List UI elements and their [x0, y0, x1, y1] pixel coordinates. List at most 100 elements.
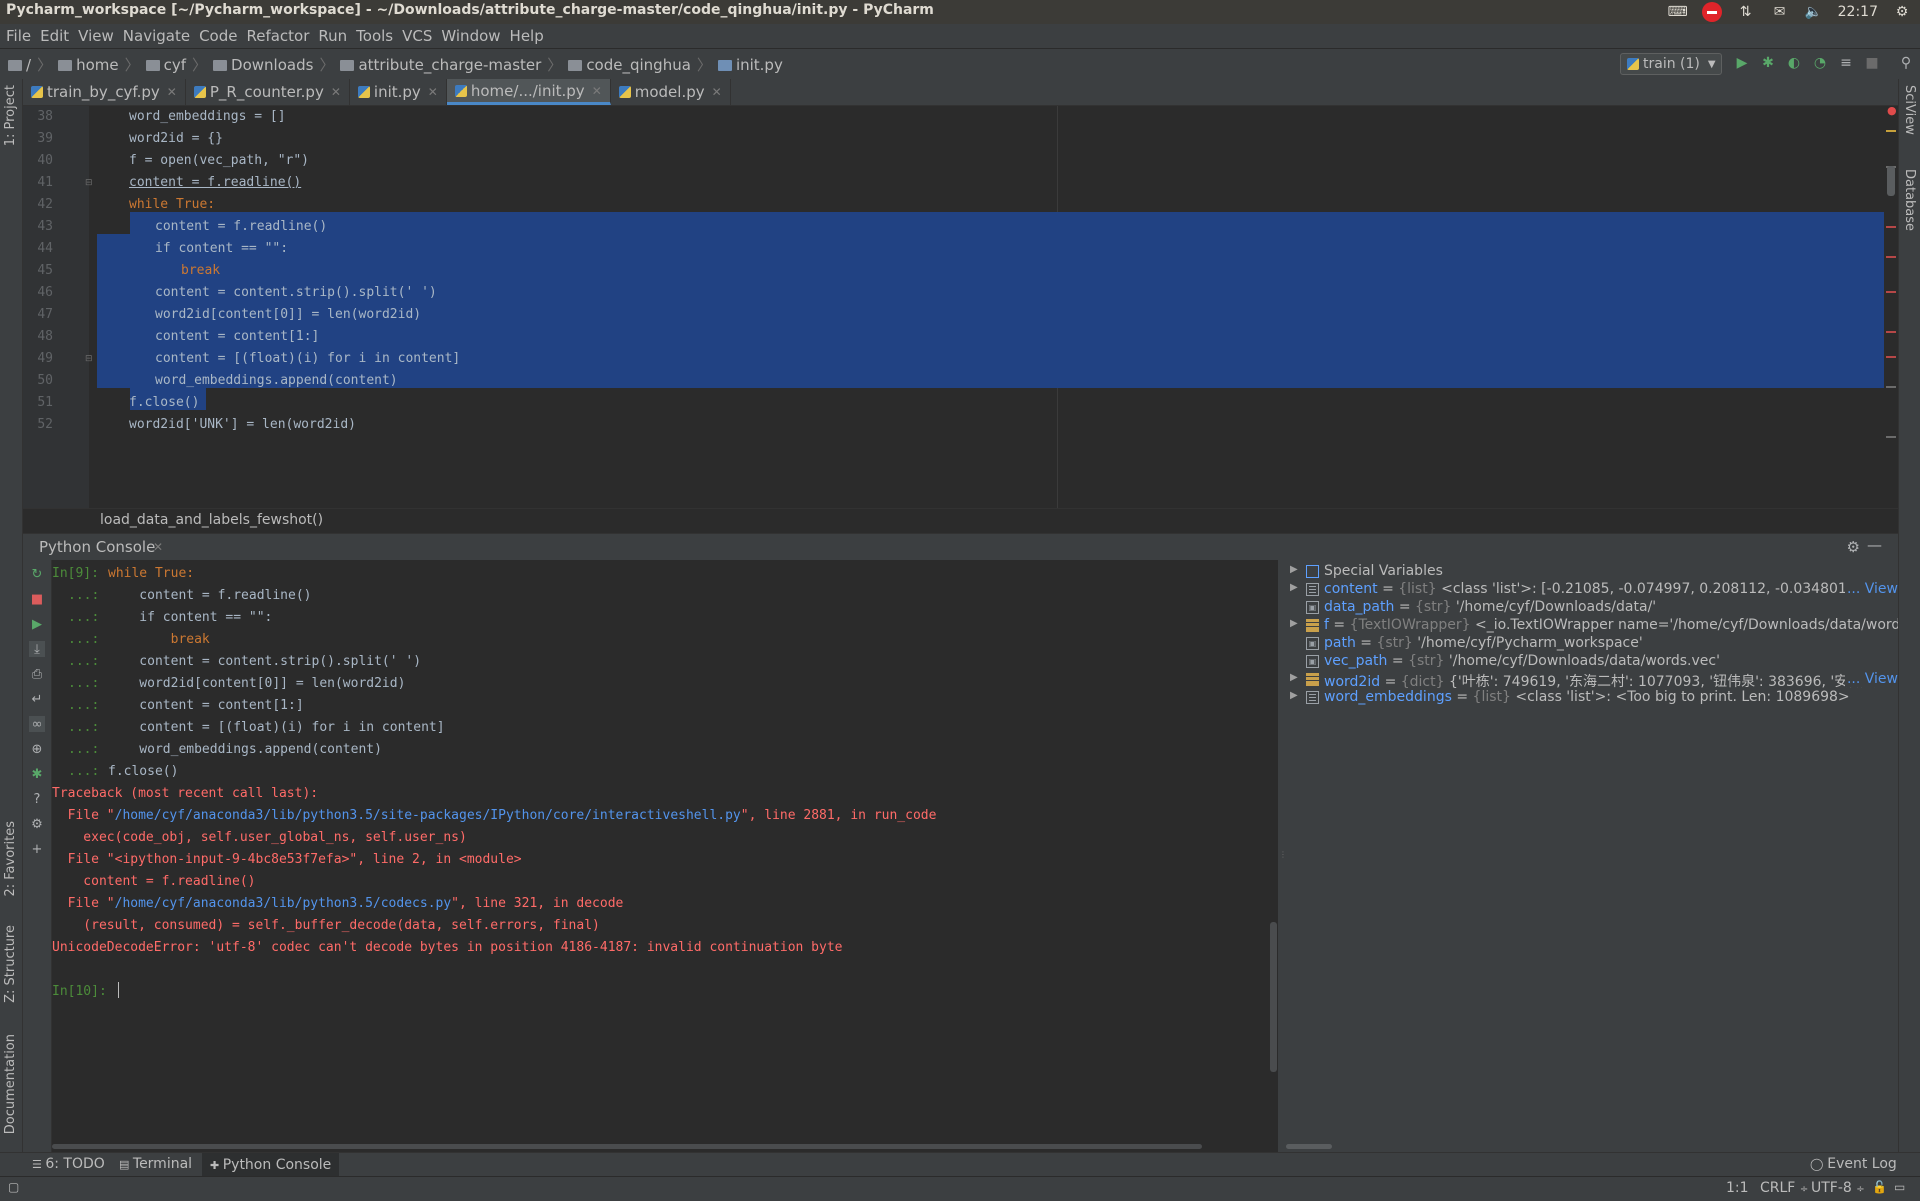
close-icon[interactable]: ✕ — [712, 85, 722, 99]
error-marker[interactable] — [1886, 356, 1896, 358]
clock[interactable]: 22:17 — [1838, 4, 1878, 20]
menu-window[interactable]: Window — [441, 27, 500, 45]
error-indicator-icon[interactable]: ● — [1887, 106, 1897, 117]
error-marker[interactable] — [1886, 331, 1896, 333]
menu-vcs[interactable]: VCS — [402, 27, 432, 45]
run-icon[interactable]: ▶ — [1734, 55, 1750, 71]
show-variables-icon[interactable]: ∞ — [29, 716, 45, 732]
variable-row-word-embeddings[interactable]: ▶ word_embeddings = {list} <class 'list'… — [1284, 688, 1898, 708]
run-configuration-select[interactable]: train (1) ▼ — [1620, 53, 1722, 75]
python-console-tool-button[interactable]: ✚ Python Console — [202, 1153, 340, 1177]
console-output[interactable]: In[9]: while True: ...: content = f.read… — [52, 560, 1278, 1152]
tab-model[interactable]: model.py ✕ — [611, 79, 731, 105]
variables-horizontal-scrollbar[interactable] — [1286, 1144, 1332, 1149]
cursor-position[interactable]: 1:1 — [1726, 1180, 1749, 1196]
menu-edit[interactable]: Edit — [40, 27, 69, 45]
variable-row-f[interactable]: ▶ f = {TextIOWrapper} <_io.TextIOWrapper… — [1284, 616, 1898, 636]
tab-home-init[interactable]: home/.../init.py ✕ — [446, 79, 611, 105]
execute-icon[interactable]: ▶ — [29, 616, 45, 632]
breadcrumb-file[interactable]: init.py — [717, 56, 783, 74]
database-tool-button[interactable]: Database — [1902, 169, 1917, 231]
close-icon[interactable]: ✕ — [153, 540, 163, 554]
print-icon[interactable]: ⎙ — [29, 666, 45, 682]
traceback-link[interactable]: /home/cyf/anaconda3/lib/python3.5/codecs… — [115, 896, 452, 911]
expand-arrow-icon[interactable]: ▶ — [1290, 672, 1298, 683]
view-link[interactable]: ... View — [1844, 581, 1898, 597]
traceback-link[interactable]: /home/cyf/anaconda3/lib/python3.5/site-p… — [115, 808, 741, 823]
menu-refactor[interactable]: Refactor — [246, 27, 309, 45]
menu-run[interactable]: Run — [318, 27, 347, 45]
lock-icon[interactable]: 🔓 — [1872, 1180, 1887, 1194]
console-scrollbar[interactable] — [1269, 560, 1278, 1152]
scroll-thumb[interactable] — [1270, 922, 1277, 1072]
close-icon[interactable]: ✕ — [167, 85, 177, 99]
menu-tools[interactable]: Tools — [356, 27, 393, 45]
scroll-thumb[interactable] — [52, 1144, 1202, 1149]
line-separator[interactable]: CRLF ÷ — [1760, 1180, 1808, 1196]
memory-indicator-icon[interactable]: ▭ — [1894, 1180, 1905, 1194]
breadcrumb-cyf[interactable]: cyf — [145, 56, 186, 74]
settings-gear-icon[interactable]: ⚙ — [1892, 4, 1912, 20]
sciview-tool-button[interactable]: SciView — [1902, 85, 1917, 135]
scroll-marker[interactable] — [1886, 436, 1896, 438]
breadcrumb-root[interactable]: / — [8, 56, 31, 74]
settings-icon[interactable]: ⚙ — [29, 816, 45, 832]
variable-row-word2id[interactable]: ▶ word2id = {dict} {'叶栋': 749619, '东海二村'… — [1284, 670, 1898, 690]
help-icon[interactable]: ? — [29, 791, 45, 807]
documentation-tool-button[interactable]: Documentation — [3, 1034, 18, 1134]
menu-navigate[interactable]: Navigate — [123, 27, 190, 45]
structure-tool-button[interactable]: Z: Structure — [3, 925, 18, 1003]
stop-icon[interactable]: ■ — [29, 591, 45, 607]
terminal-tool-button[interactable]: ▤ Terminal — [119, 1156, 192, 1172]
event-log-button[interactable]: ◯ Event Log — [1810, 1156, 1897, 1172]
menu-code[interactable]: Code — [199, 27, 237, 45]
todo-tool-button[interactable]: ☰ 6: TODO — [32, 1156, 105, 1172]
menu-file[interactable]: File — [6, 27, 31, 45]
network-icon[interactable]: ⇅ — [1736, 4, 1756, 20]
editor-scroll-thumb[interactable] — [1887, 166, 1895, 196]
search-icon[interactable]: ⚲ — [1898, 55, 1914, 71]
error-marker[interactable] — [1886, 256, 1896, 258]
tab-train-by-cyf[interactable]: train_by_cyf.py ✕ — [23, 79, 186, 105]
close-icon[interactable]: ✕ — [428, 85, 438, 99]
coverage-icon[interactable]: ◐ — [1786, 55, 1802, 71]
concurrency-icon[interactable]: ≡ — [1838, 55, 1854, 71]
soft-wrap-icon[interactable]: ↵ — [29, 691, 45, 707]
menu-help[interactable]: Help — [510, 27, 544, 45]
breadcrumb-attribute-charge[interactable]: attribute_charge-master — [340, 56, 541, 74]
attach-debugger-icon[interactable]: ⊕ — [29, 741, 45, 757]
project-tool-button[interactable]: 1: Project — [3, 85, 18, 146]
keyboard-icon[interactable]: ⌨ — [1668, 4, 1688, 20]
code-editor[interactable]: 38 39 40 41 42 43 44 45 46 47 48 49 50 5… — [23, 106, 1898, 508]
debug-icon[interactable]: ✱ — [29, 766, 45, 782]
variable-row-vec-path[interactable]: ▣ vec_path = {str} '/home/cyf/Downloads/… — [1284, 652, 1898, 672]
expand-arrow-icon[interactable]: ▶ — [1290, 618, 1298, 629]
scroll-marker[interactable] — [1886, 386, 1896, 388]
fold-icon[interactable]: ⊟ — [85, 178, 93, 188]
favorites-tool-button[interactable]: 2: Favorites — [3, 821, 18, 897]
panel-toggle-icon[interactable]: ▢ — [8, 1180, 19, 1194]
stop-icon[interactable]: ■ — [1864, 55, 1880, 71]
menu-view[interactable]: View — [78, 27, 114, 45]
fold-icon[interactable]: ⊟ — [85, 354, 93, 364]
new-console-icon[interactable]: + — [29, 841, 45, 857]
expand-arrow-icon[interactable]: ▶ — [1290, 564, 1298, 575]
minimize-icon[interactable]: — — [1867, 536, 1882, 554]
close-icon[interactable]: ✕ — [331, 85, 341, 99]
scroll-to-end-icon[interactable]: ⤓ — [29, 641, 45, 657]
expand-arrow-icon[interactable]: ▶ — [1290, 690, 1298, 701]
rerun-icon[interactable]: ↻ — [29, 566, 45, 582]
debug-icon[interactable]: ✱ — [1760, 55, 1776, 71]
variable-row-data-path[interactable]: ▣ data_path = {str} '/home/cyf/Downloads… — [1284, 598, 1898, 618]
console-horizontal-scrollbar[interactable] — [52, 1144, 1202, 1150]
file-encoding[interactable]: UTF-8 ÷ — [1811, 1180, 1865, 1196]
update-stop-icon[interactable] — [1701, 2, 1722, 22]
close-icon[interactable]: ✕ — [592, 84, 602, 98]
tab-init[interactable]: init.py ✕ — [350, 79, 447, 105]
tab-python-console[interactable]: Python Console — [39, 538, 155, 556]
gear-icon[interactable]: ⚙ — [1847, 538, 1860, 556]
warning-marker[interactable] — [1886, 130, 1896, 132]
variable-row-path[interactable]: ▣ path = {str} '/home/cyf/Pycharm_worksp… — [1284, 634, 1898, 654]
breadcrumb-code-qinghua[interactable]: code_qinghua — [568, 56, 691, 74]
tab-p-r-counter[interactable]: P_R_counter.py ✕ — [186, 79, 350, 105]
